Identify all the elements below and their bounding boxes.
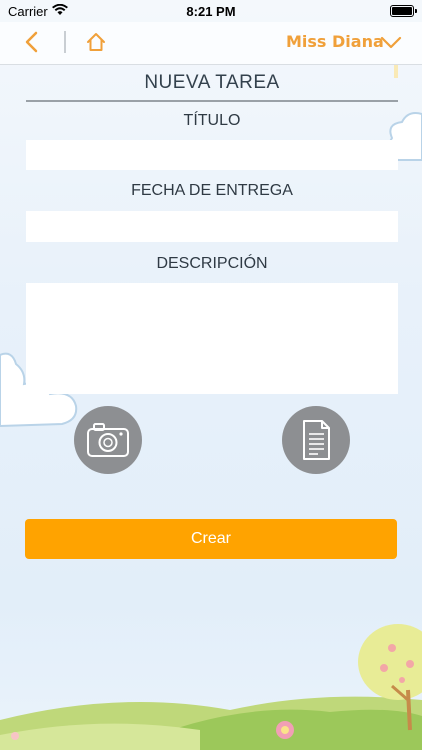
clock: 8:21 PM — [186, 4, 236, 19]
status-bar: Carrier 8:21 PM — [0, 0, 422, 22]
document-icon — [303, 420, 330, 460]
titulo-input[interactable] — [26, 140, 398, 170]
page-title: NUEVA TAREA — [144, 72, 280, 93]
titulo-label: TÍTULO — [183, 112, 241, 129]
document-button[interactable] — [282, 406, 350, 474]
title-divider — [26, 100, 398, 102]
nav-divider — [64, 31, 66, 53]
camera-icon — [87, 423, 129, 457]
chevron-left-icon[interactable] — [22, 31, 42, 58]
descripcion-label: DESCRIPCIÓN — [156, 255, 268, 272]
home-icon[interactable] — [85, 31, 107, 58]
navigation-bar: Miss Diana — [0, 22, 422, 65]
user-name-label[interactable]: Miss Diana — [286, 32, 384, 51]
fecha-entrega-label: FECHA DE ENTREGA — [131, 182, 293, 199]
crear-button[interactable]: Crear — [25, 519, 397, 559]
flower-decoration — [276, 721, 294, 739]
fecha-entrega-input[interactable] — [26, 211, 398, 242]
camera-button[interactable] — [74, 406, 142, 474]
descripcion-textarea[interactable] — [26, 283, 398, 394]
small-flower-decoration — [11, 732, 19, 740]
chevron-down-icon[interactable] — [380, 34, 402, 55]
battery-icon — [390, 5, 417, 17]
